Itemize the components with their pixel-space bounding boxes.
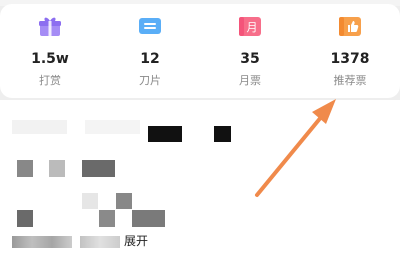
mosaic-block	[214, 126, 231, 142]
mosaic-block	[12, 120, 67, 134]
stat-blade-label: 刀片	[139, 74, 161, 87]
gift-icon	[39, 17, 61, 36]
mosaic-block	[17, 160, 33, 177]
mosaic-block	[116, 193, 132, 209]
blurred-text	[80, 235, 120, 248]
stat-blade-value: 12	[140, 51, 160, 67]
stat-recommend-ticket-value: 1378	[330, 51, 370, 67]
calendar-icon-text: 月	[247, 21, 258, 34]
stat-recommend-ticket-label: 推荐票	[333, 74, 367, 87]
mosaic-block	[82, 160, 115, 177]
ticket-icon	[139, 18, 161, 34]
stat-reward-value: 1.5w	[31, 51, 69, 67]
mosaic-block	[132, 210, 165, 227]
mosaic-block	[85, 120, 140, 134]
stat-monthly-ticket[interactable]: 月 35 月票	[200, 6, 300, 96]
expand-link[interactable]: 展开	[124, 234, 148, 248]
content-caption: 展开	[12, 232, 148, 249]
mosaic-block	[82, 193, 98, 209]
stat-recommend-ticket[interactable]: 1378 推荐票	[300, 6, 400, 96]
thumbs-up-icon	[339, 17, 361, 36]
stat-reward-label: 打赏	[39, 74, 61, 87]
calendar-icon: 月	[239, 17, 261, 36]
stats-row: 1.5w 打赏 12 刀片 月 35 月票 1378 推荐票	[0, 6, 400, 96]
stat-monthly-ticket-value: 35	[240, 51, 260, 67]
mosaic-block	[17, 210, 33, 227]
blurred-text	[12, 235, 72, 248]
mosaic-block	[148, 126, 182, 142]
stat-reward[interactable]: 1.5w 打赏	[0, 6, 100, 96]
stat-monthly-ticket-label: 月票	[239, 74, 261, 87]
stat-blade[interactable]: 12 刀片	[100, 6, 200, 96]
mosaic-block	[99, 210, 115, 227]
mosaic-block	[49, 160, 65, 177]
